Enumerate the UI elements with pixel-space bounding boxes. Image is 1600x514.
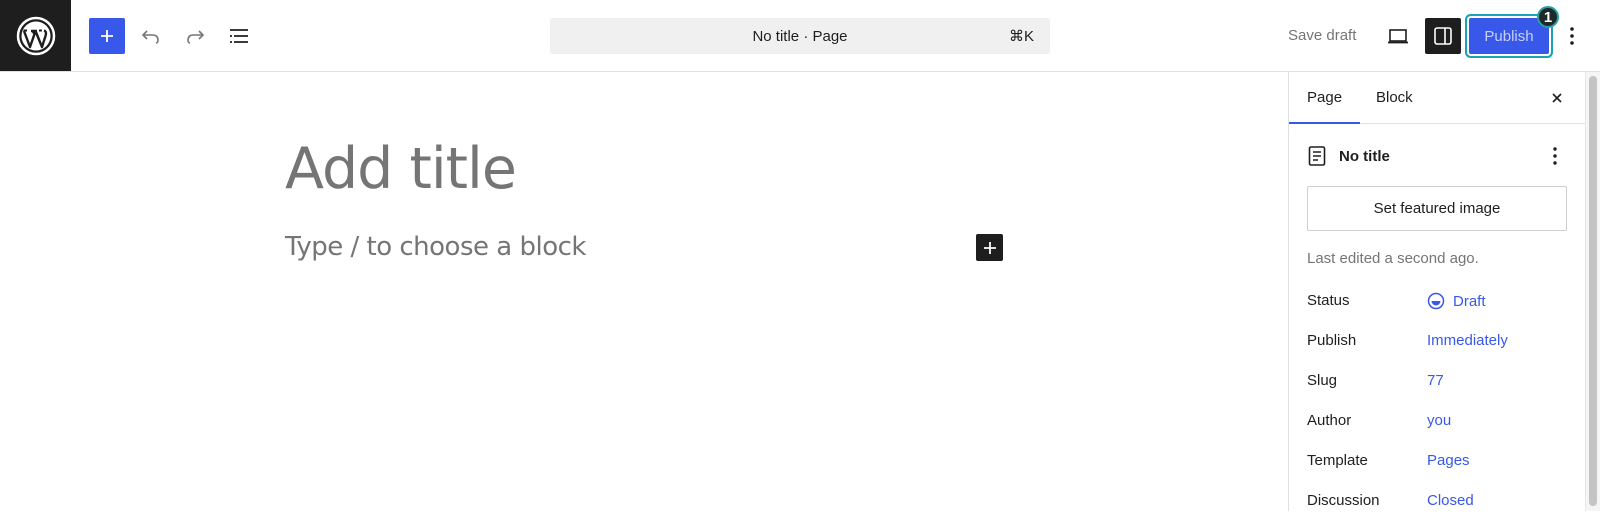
scrollbar-thumb[interactable] <box>1589 76 1597 506</box>
page-icon <box>1308 146 1326 166</box>
undo-button[interactable] <box>133 18 169 54</box>
meta-row-template: Template Pages <box>1307 450 1569 474</box>
publish-date-button[interactable]: Immediately <box>1427 332 1508 349</box>
plus-icon <box>101 30 113 42</box>
redo-button[interactable] <box>177 18 213 54</box>
last-edited-text: Last edited a second ago. <box>1307 250 1479 267</box>
meta-row-status: Status Draft <box>1307 290 1569 314</box>
save-draft-button[interactable]: Save draft <box>1278 18 1366 54</box>
wordpress-logo-icon[interactable] <box>0 0 71 71</box>
vertical-ellipsis-icon <box>1570 27 1574 45</box>
undo-icon <box>141 30 159 44</box>
settings-toggle-button[interactable] <box>1425 18 1461 54</box>
template-label: Template <box>1307 452 1368 469</box>
vertical-ellipsis-icon <box>1553 147 1557 165</box>
options-menu-button[interactable] <box>1556 18 1588 54</box>
close-icon <box>1552 93 1562 103</box>
meta-row-discussion: Discussion Closed <box>1307 490 1569 514</box>
document-actions-button[interactable] <box>1541 142 1569 170</box>
plus-icon <box>983 241 996 254</box>
list-view-icon <box>230 29 248 43</box>
tab-block[interactable]: Block <box>1358 72 1431 124</box>
template-button[interactable]: Pages <box>1427 452 1470 469</box>
command-palette-bar[interactable]: No title · Page ⌘K <box>550 18 1050 54</box>
preview-button[interactable] <box>1380 18 1416 54</box>
document-overview-button[interactable] <box>221 18 257 54</box>
status-value-button[interactable]: Draft <box>1427 292 1486 310</box>
meta-row-slug: Slug 77 <box>1307 370 1569 394</box>
redo-icon <box>187 30 205 44</box>
discussion-label: Discussion <box>1307 492 1380 509</box>
close-sidebar-button[interactable] <box>1541 82 1573 114</box>
command-shortcut: ⌘K <box>1008 28 1034 45</box>
document-title-label: No title · Page <box>752 27 848 45</box>
editor-canvas: Add title Type / to choose a block <box>0 72 1288 511</box>
settings-sidebar: Page Block No title Set featured image L… <box>1288 72 1585 511</box>
block-inserter-button[interactable] <box>89 18 125 54</box>
author-button[interactable]: you <box>1427 412 1451 429</box>
meta-row-publish: Publish Immediately <box>1307 330 1569 354</box>
discussion-button[interactable]: Closed <box>1427 492 1474 509</box>
publish-label: Publish <box>1307 332 1357 349</box>
set-featured-image-button[interactable]: Set featured image <box>1307 186 1567 231</box>
inline-block-inserter-button[interactable] <box>976 234 1003 261</box>
post-title-input[interactable]: Add title <box>285 136 517 202</box>
publish-button[interactable]: Publish <box>1469 18 1549 54</box>
tab-page[interactable]: Page <box>1289 72 1361 124</box>
sidebar-tabs: Page Block <box>1289 72 1585 124</box>
slug-label: Slug <box>1307 372 1338 389</box>
author-label: Author <box>1307 412 1352 429</box>
desktop-preview-icon <box>1388 29 1408 44</box>
sidebar-settings-icon <box>1434 27 1452 45</box>
status-label: Status <box>1307 292 1350 309</box>
document-summary: No title <box>1307 142 1569 170</box>
meta-row-author: Author you <box>1307 410 1569 434</box>
document-title: No title <box>1339 147 1390 165</box>
empty-block-placeholder[interactable]: Type / to choose a block <box>285 232 586 262</box>
slug-button[interactable]: 77 <box>1427 372 1444 389</box>
draft-status-icon <box>1427 292 1445 310</box>
sidebar-scrollbar[interactable] <box>1585 72 1600 511</box>
status-value: Draft <box>1453 292 1486 310</box>
editor-header: No title · Page ⌘K Save draft Publish 1 <box>0 0 1600 72</box>
